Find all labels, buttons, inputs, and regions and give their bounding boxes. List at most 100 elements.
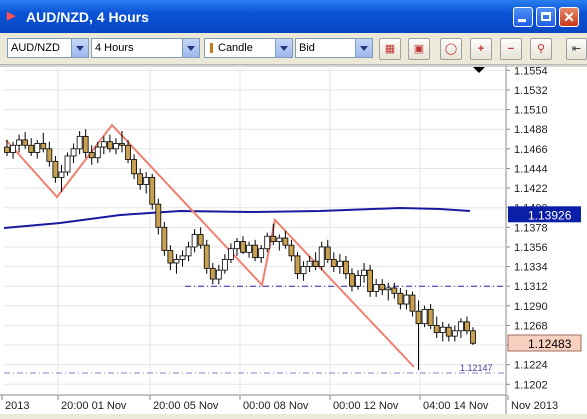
candle[interactable] — [228, 248, 234, 260]
candle[interactable] — [445, 326, 452, 337]
close-button[interactable]: ✕ — [559, 7, 579, 27]
candle[interactable] — [179, 255, 186, 260]
candle[interactable] — [137, 173, 144, 185]
candle[interactable] — [22, 139, 29, 146]
candle[interactable] — [264, 235, 271, 250]
candle[interactable] — [215, 269, 222, 280]
candle[interactable] — [361, 269, 367, 276]
candle[interactable] — [4, 146, 10, 153]
candle[interactable] — [58, 171, 65, 178]
zoom-reset-button[interactable]: ⚲ — [530, 38, 552, 60]
candle[interactable] — [336, 260, 343, 267]
candle[interactable] — [119, 143, 125, 146]
instrument-select[interactable]: AUD/NZD — [7, 38, 89, 58]
candle[interactable] — [173, 259, 180, 264]
candle[interactable] — [409, 294, 416, 312]
candle[interactable] — [28, 144, 35, 153]
candle[interactable] — [258, 248, 265, 259]
price-side-select[interactable]: Bid — [295, 38, 373, 58]
zoom-in-button[interactable]: + — [470, 38, 492, 60]
candle[interactable] — [451, 330, 458, 337]
candle[interactable] — [391, 287, 398, 294]
candle[interactable] — [191, 234, 198, 248]
minimize-button[interactable] — [513, 7, 533, 27]
timeframe-select[interactable]: 4 Hours — [91, 38, 200, 58]
candle[interactable] — [16, 139, 23, 146]
candle[interactable] — [88, 152, 95, 159]
zoom-fit-button[interactable]: ◯ — [440, 38, 462, 60]
candle[interactable] — [397, 292, 404, 305]
chart-settings-button[interactable]: ▦ — [379, 38, 401, 60]
chart-type-select[interactable]: Candle — [204, 38, 293, 58]
candle[interactable] — [294, 255, 301, 275]
candle[interactable] — [100, 141, 107, 148]
candle[interactable] — [161, 226, 168, 251]
chevron-down-icon[interactable] — [355, 39, 372, 57]
candle[interactable] — [464, 321, 470, 332]
candle[interactable] — [234, 241, 240, 250]
candle[interactable] — [240, 241, 246, 253]
candle[interactable] — [367, 269, 374, 292]
zoom-out-button[interactable]: − — [500, 38, 522, 60]
indicator-button[interactable]: ▣ — [408, 38, 430, 60]
candle[interactable] — [46, 148, 53, 162]
candle[interactable] — [113, 143, 119, 150]
candle[interactable] — [282, 237, 289, 246]
candle[interactable] — [343, 260, 349, 275]
candle[interactable] — [433, 325, 440, 333]
maximize-button[interactable] — [536, 7, 556, 27]
candle[interactable] — [209, 267, 216, 280]
candle[interactable] — [276, 237, 283, 242]
current-price-label: 1.12483 — [528, 337, 572, 351]
candle[interactable] — [106, 141, 113, 150]
candle[interactable] — [143, 176, 150, 185]
candle[interactable] — [373, 284, 380, 292]
candle[interactable] — [64, 155, 71, 173]
candle[interactable] — [10, 144, 16, 153]
candle[interactable] — [252, 244, 259, 259]
candle[interactable] — [318, 246, 325, 267]
candle[interactable] — [167, 250, 174, 264]
candle[interactable] — [300, 266, 307, 275]
candle[interactable] — [149, 176, 156, 205]
candle[interactable] — [288, 244, 295, 257]
candle[interactable] — [403, 294, 410, 305]
candle[interactable] — [197, 234, 204, 246]
chevron-down-icon[interactable] — [182, 39, 199, 57]
candle[interactable] — [270, 235, 277, 242]
candle[interactable] — [94, 146, 101, 159]
candle[interactable] — [379, 284, 386, 291]
candle[interactable] — [306, 260, 313, 267]
candle[interactable] — [330, 259, 337, 267]
candle[interactable] — [76, 135, 83, 150]
candle[interactable] — [203, 244, 210, 269]
chevron-down-icon[interactable] — [275, 39, 292, 57]
candle[interactable] — [221, 259, 228, 271]
chevron-down-icon[interactable] — [71, 39, 88, 57]
candle[interactable] — [131, 159, 137, 175]
candle[interactable] — [70, 148, 77, 157]
candle[interactable] — [421, 308, 428, 325]
title-bar[interactable]: ▶ AUD/NZD, 4 Hours ✕ — [0, 0, 587, 33]
price-chart[interactable]: 1.1554 1.1532 1.1510 1.1488 1.1466 1.1444 1.14… — [0, 65, 587, 414]
candle[interactable] — [470, 330, 476, 344]
candle[interactable] — [125, 144, 131, 160]
candle[interactable] — [34, 143, 41, 153]
candle[interactable] — [52, 160, 59, 178]
candle[interactable] — [427, 308, 434, 326]
candle[interactable] — [457, 321, 464, 332]
candle[interactable] — [355, 275, 361, 287]
candle[interactable] — [312, 260, 319, 267]
candle[interactable] — [349, 273, 355, 287]
candle[interactable] — [40, 143, 47, 150]
chart-canvas[interactable]: 1.1554 1.1532 1.1510 1.1488 1.1466 1.1444 1.14… — [0, 65, 587, 414]
candle[interactable] — [82, 135, 89, 153]
candle[interactable] — [185, 246, 192, 257]
candle[interactable] — [155, 203, 162, 228]
candle[interactable] — [385, 287, 392, 291]
candle[interactable] — [324, 246, 331, 260]
candle[interactable] — [439, 326, 446, 333]
candle[interactable] — [415, 310, 422, 325]
pan-left-button[interactable]: ⇤ — [566, 38, 587, 60]
candle[interactable] — [246, 244, 252, 253]
